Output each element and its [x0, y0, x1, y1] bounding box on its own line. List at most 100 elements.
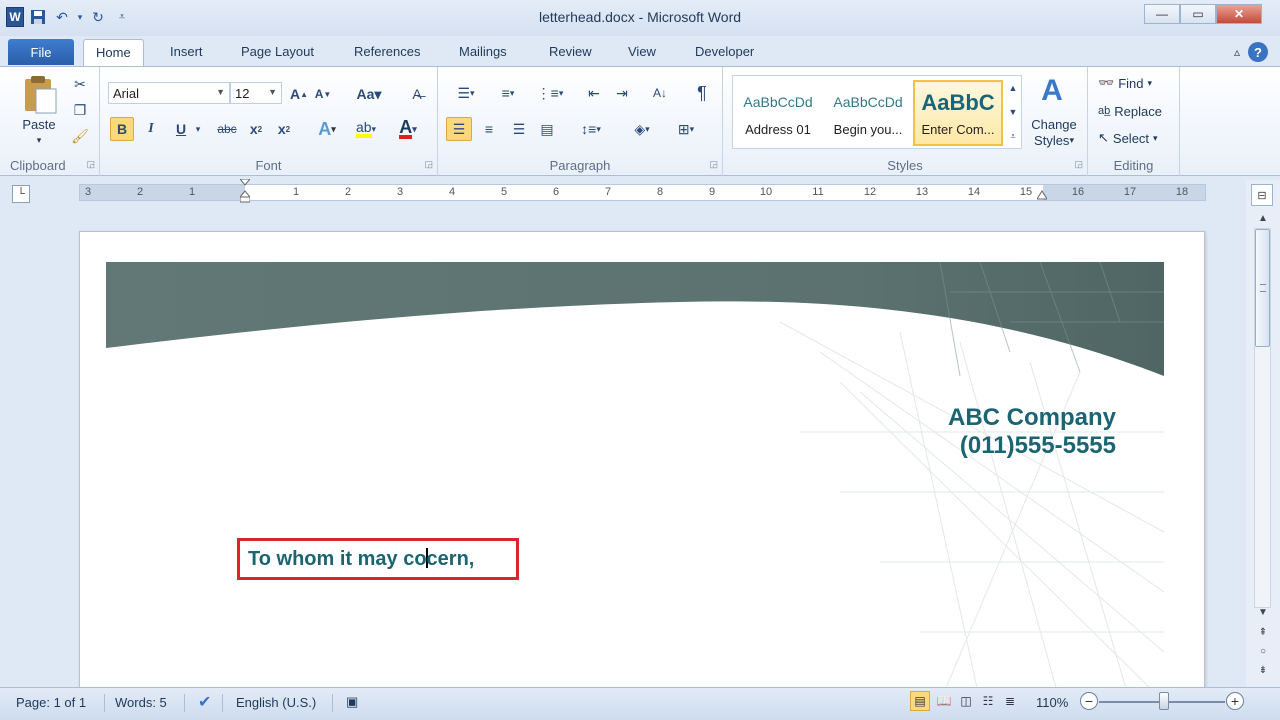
styles-scroll-down-icon[interactable]: ▼ [1005, 100, 1021, 124]
view-ruler-toggle-icon[interactable]: ⊟ [1251, 184, 1273, 206]
bullets-icon[interactable]: ☰ ▾ [448, 81, 484, 105]
find-button[interactable]: 👓 Find ▾ [1098, 73, 1152, 93]
minimize-ribbon-icon[interactable]: ▵ [1234, 45, 1240, 59]
ruler-number: 18 [1175, 186, 1189, 198]
superscript-icon[interactable]: x2 [272, 117, 296, 141]
paragraph-group: ☰ ▾ ≡ ▾ ⋮≡ ▾ ⇤ ⇥ A↓ ¶ ☰ ≡ ☰ ▤ ↕≡ ▾ ◈ ▾ ⊞ ▾ Par… [438, 67, 723, 176]
tab-mailings[interactable]: Mailings [459, 44, 507, 59]
language-status[interactable]: English (U.S.) [228, 692, 324, 712]
borders-icon[interactable]: ⊞ ▾ [668, 117, 704, 141]
style-address-01[interactable]: AaBbCcDd Address 01 [735, 80, 821, 146]
draft-view-icon[interactable]: ≣ [1000, 691, 1020, 711]
scroll-track[interactable] [1254, 228, 1271, 608]
tab-home[interactable]: Home [83, 39, 144, 67]
document-page[interactable]: ABC Company (011)555-5555 To whom it may… [79, 231, 1205, 701]
line-spacing-icon[interactable]: ↕≡ ▾ [574, 117, 608, 141]
paste-icon[interactable] [20, 75, 60, 115]
change-styles-icon[interactable]: A [1034, 73, 1070, 109]
tab-selector-icon[interactable]: └ [12, 185, 30, 203]
sort-icon[interactable]: A↓ [648, 81, 672, 105]
text-effects-icon[interactable]: A ▾ [312, 117, 342, 141]
tab-view[interactable]: View [628, 44, 656, 59]
styles-launcher-icon[interactable]: ◲ [1074, 159, 1083, 170]
shading-icon[interactable]: ◈ ▾ [624, 117, 660, 141]
outline-view-icon[interactable]: ☷ [978, 691, 998, 711]
font-color-icon[interactable]: A ▾ [392, 117, 424, 141]
help-icon[interactable]: ? [1248, 42, 1268, 62]
previous-page-icon[interactable]: ⇞ [1255, 624, 1271, 640]
style-begin-you[interactable]: AaBbCcDd Begin you... [825, 80, 911, 146]
font-launcher-icon[interactable]: ◲ [424, 159, 433, 170]
tab-file[interactable]: File [8, 39, 74, 65]
style-preview: AaBbCcDd [833, 94, 903, 110]
align-left-icon[interactable]: ☰ [446, 117, 472, 141]
change-case-icon[interactable]: Aa▾ [354, 83, 384, 105]
justify-icon[interactable]: ▤ [534, 117, 560, 141]
select-button[interactable]: ↖ Select ▾ [1098, 128, 1158, 148]
grow-font-icon[interactable]: A ▲ [288, 83, 310, 105]
strikethrough-icon[interactable]: abc [214, 117, 240, 141]
numbering-icon[interactable]: ≡ ▾ [490, 81, 526, 105]
zoom-out-icon[interactable]: − [1080, 692, 1098, 710]
print-layout-icon[interactable]: ▤ [910, 691, 930, 711]
paragraph-launcher-icon[interactable]: ◲ [709, 159, 718, 170]
browse-object-icon[interactable]: ○ [1255, 643, 1271, 659]
change-styles-button[interactable]: Styles ▾ [1024, 133, 1084, 148]
window-controls: — ▭ ✕ [1144, 4, 1262, 24]
format-painter-icon[interactable]: 🖌 [70, 127, 90, 145]
full-screen-reading-icon[interactable]: 📖 [934, 691, 954, 711]
zoom-in-icon[interactable]: + [1226, 692, 1244, 710]
right-indent-marker-icon[interactable] [1037, 189, 1047, 203]
web-layout-icon[interactable]: ◫ [956, 691, 976, 711]
horizontal-ruler[interactable]: 3 2 1 1 2 3 4 5 6 7 8 9 10 11 12 13 14 1… [79, 179, 1206, 203]
page-count-status[interactable]: Page: 1 of 1 [8, 692, 94, 712]
tab-insert[interactable]: Insert [170, 44, 203, 59]
shrink-font-icon[interactable]: A ▼ [312, 83, 334, 105]
style-enter-com[interactable]: AaBbC Enter Com... [913, 80, 1003, 146]
copy-icon[interactable]: ❐ [70, 101, 90, 119]
tab-review[interactable]: Review [549, 44, 592, 59]
salutation-text[interactable]: To whom it may cocern, [248, 548, 474, 571]
subscript-icon[interactable]: x2 [244, 117, 268, 141]
clear-formatting-icon[interactable]: A̶ [406, 83, 428, 105]
tab-page-layout[interactable]: Page Layout [241, 44, 314, 59]
cut-icon[interactable]: ✂ [70, 75, 90, 93]
close-button[interactable]: ✕ [1216, 4, 1262, 24]
scroll-down-icon[interactable]: ▼ [1255, 604, 1271, 620]
paste-dropdown-icon[interactable]: ▾ [34, 135, 44, 146]
scroll-thumb[interactable] [1255, 229, 1270, 347]
underline-dropdown-icon[interactable]: ▾ [192, 119, 204, 139]
decrease-indent-icon[interactable]: ⇤ [582, 81, 606, 105]
ruler-number: 11 [812, 186, 824, 198]
zoom-slider-thumb[interactable] [1159, 692, 1169, 710]
next-page-icon[interactable]: ⇟ [1255, 662, 1271, 678]
indent-marker-icon[interactable] [240, 179, 250, 203]
grip-icon [1260, 284, 1266, 292]
font-name-combo[interactable]: Arial ▼ [108, 82, 230, 104]
zoom-level[interactable]: 110% [1028, 692, 1076, 712]
bold-icon[interactable]: B [110, 117, 134, 141]
tab-developer[interactable]: Developer [695, 44, 754, 59]
font-size-combo[interactable]: 12 ▼ [230, 82, 282, 104]
proofing-check-icon[interactable]: ✔ [190, 692, 219, 712]
word-count-status[interactable]: Words: 5 [107, 692, 175, 712]
show-formatting-icon[interactable]: ¶ [690, 81, 714, 105]
maximize-button[interactable]: ▭ [1180, 4, 1216, 24]
change-styles-label[interactable]: Change [1024, 117, 1084, 132]
minimize-button[interactable]: — [1144, 4, 1180, 24]
underline-icon[interactable]: U [170, 117, 192, 141]
scroll-up-icon[interactable]: ▲ [1255, 210, 1271, 226]
align-right-icon[interactable]: ☰ [506, 117, 532, 141]
replace-button[interactable]: ab̲ Replace [1098, 101, 1162, 121]
clipboard-launcher-icon[interactable]: ◲ [86, 159, 95, 170]
increase-indent-icon[interactable]: ⇥ [610, 81, 634, 105]
styles-more-icon[interactable]: ⩡ [1005, 124, 1021, 148]
text-highlight-icon[interactable]: ab ▾ [350, 117, 382, 141]
macro-recording-icon[interactable]: ▣ [338, 692, 366, 712]
paste-button[interactable]: Paste [16, 117, 62, 132]
italic-icon[interactable]: I [140, 117, 162, 141]
styles-scroll-up-icon[interactable]: ▲ [1005, 76, 1021, 100]
tab-references[interactable]: References [354, 44, 420, 59]
align-center-icon[interactable]: ≡ [476, 117, 502, 141]
multilevel-list-icon[interactable]: ⋮≡ ▾ [532, 81, 568, 105]
